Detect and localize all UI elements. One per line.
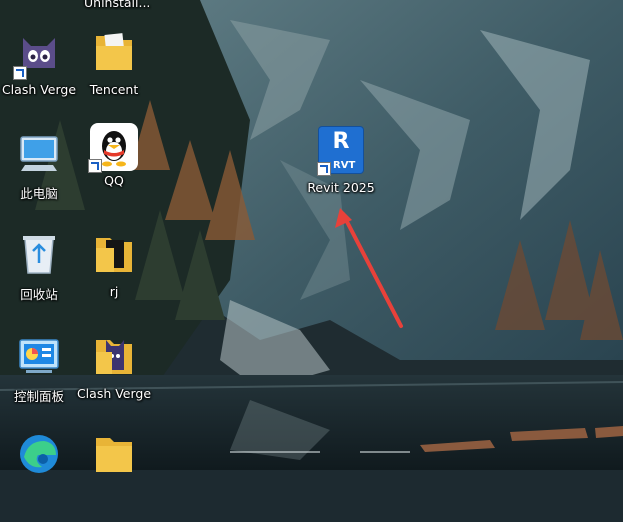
recycle-bin-icon xyxy=(11,226,67,282)
control-panel-label: 控制面板 xyxy=(13,389,64,404)
qq-label: QQ xyxy=(104,173,124,188)
control-panel[interactable]: 控制面板 xyxy=(0,328,81,424)
computer-icon xyxy=(11,125,67,181)
shortcut-arrow-icon xyxy=(317,162,331,176)
qq-shortcut[interactable]: QQ xyxy=(72,123,156,219)
recycle-bin[interactable]: 回收站 xyxy=(0,226,81,322)
this-pc-icon-item[interactable]: 此电脑 xyxy=(0,125,81,221)
revit-2025-label: Revit 2025 xyxy=(307,180,375,195)
edge-browser-icon xyxy=(11,426,67,482)
folder-icon xyxy=(86,226,142,282)
revit-2025-shortcut[interactable]: R RVT Revit 2025 xyxy=(299,122,383,218)
edge-shortcut-partial[interactable] xyxy=(0,426,81,522)
shortcut-arrow-icon xyxy=(88,159,102,173)
revit-icon: R RVT xyxy=(313,122,369,178)
folder-icon xyxy=(86,24,142,80)
folder-partial[interactable] xyxy=(72,426,156,522)
this-pc-label: 此电脑 xyxy=(20,186,58,201)
clash-verge-folder[interactable]: Clash Verge xyxy=(72,328,156,424)
folder-icon xyxy=(86,328,142,384)
tencent-folder-label: Tencent xyxy=(89,82,139,97)
recycle-bin-label: 回收站 xyxy=(20,287,58,302)
folder-icon xyxy=(86,426,142,482)
clash-verge-shortcut-label: Clash Verge xyxy=(1,82,77,97)
rj-folder-label: rj xyxy=(109,284,119,299)
revit-badge: RVT xyxy=(333,160,356,171)
control-panel-icon xyxy=(11,328,67,384)
rj-folder[interactable]: rj xyxy=(72,226,156,322)
cat-icon xyxy=(11,24,67,80)
partial-icon-label[interactable]: Uninstall... xyxy=(84,0,150,10)
revit-letter: R xyxy=(332,129,350,154)
shortcut-arrow-icon xyxy=(13,66,27,80)
clash-verge-folder-label: Clash Verge xyxy=(76,386,152,401)
penguin-icon xyxy=(88,123,138,173)
clash-verge-shortcut[interactable]: Clash Verge xyxy=(0,24,81,120)
tencent-folder[interactable]: Tencent xyxy=(72,24,156,120)
